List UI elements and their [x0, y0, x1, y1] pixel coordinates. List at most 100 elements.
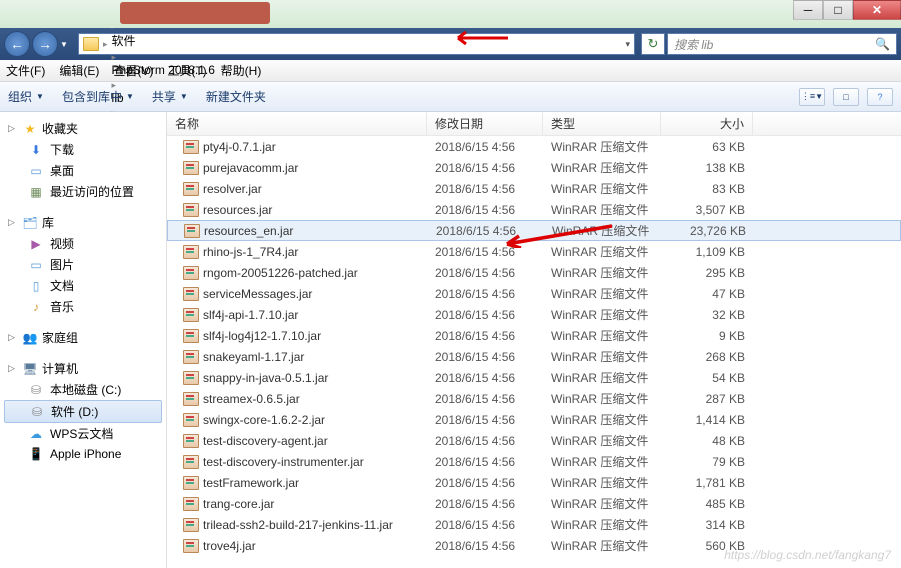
column-name[interactable]: 名称 [167, 112, 427, 135]
breadcrumb-segment[interactable]: 软件 [112, 32, 215, 49]
minimize-button[interactable]: ─ [793, 0, 823, 20]
preview-pane-button[interactable]: □ [833, 88, 859, 106]
file-size: 54 KB [661, 371, 753, 385]
sidebar-item-documents[interactable]: ▯文档 [0, 275, 166, 296]
sidebar-item-recent[interactable]: ▦最近访问的位置 [0, 181, 166, 202]
sidebar-item-downloads[interactable]: ⬇下载 [0, 139, 166, 160]
archive-icon [183, 308, 199, 322]
file-row[interactable]: slf4j-log4j12-1.7.10.jar2018/6/15 4:56Wi… [167, 325, 901, 346]
file-name: rngom-20051226-patched.jar [203, 266, 358, 280]
file-size: 1,109 KB [661, 245, 753, 259]
menu-item[interactable]: 文件(F) [6, 62, 45, 79]
file-type: WinRAR 压缩文件 [543, 138, 661, 155]
archive-icon [184, 224, 200, 238]
file-row[interactable]: test-discovery-instrumenter.jar2018/6/15… [167, 451, 901, 472]
homegroup-group[interactable]: ▷👥家庭组 [0, 327, 166, 348]
desktop-icon: ▭ [28, 163, 44, 179]
computer-group[interactable]: ▷🖥计算机 [0, 358, 166, 379]
search-input[interactable]: 搜索 lib 🔍 [667, 33, 897, 55]
file-row[interactable]: rngom-20051226-patched.jar2018/6/15 4:56… [167, 262, 901, 283]
file-name: streamex-0.6.5.jar [203, 392, 300, 406]
file-row[interactable]: trang-core.jar2018/6/15 4:56WinRAR 压缩文件4… [167, 493, 901, 514]
file-name: trang-core.jar [203, 497, 274, 511]
menu-item[interactable]: 帮助(H) [221, 62, 262, 79]
refresh-button[interactable]: ↻ [641, 33, 665, 55]
address-bar[interactable]: ▸ 计算机 ▸ 软件 (D:) ▸ 软件 ▸ PhpStorm 2018.1.6… [78, 33, 635, 55]
sidebar-item-videos[interactable]: ▶视频 [0, 233, 166, 254]
file-row[interactable]: resources_en.jar2018/6/15 4:56WinRAR 压缩文… [167, 220, 901, 241]
file-row[interactable]: test-discovery-agent.jar2018/6/15 4:56Wi… [167, 430, 901, 451]
favorites-group[interactable]: ▷★收藏夹 [0, 118, 166, 139]
close-button[interactable]: ✕ [853, 0, 901, 20]
back-button[interactable]: ← [4, 31, 30, 57]
file-date: 2018/6/15 4:56 [427, 329, 543, 343]
file-row[interactable]: resolver.jar2018/6/15 4:56WinRAR 压缩文件83 … [167, 178, 901, 199]
menu-item[interactable]: 编辑(E) [59, 62, 99, 79]
sidebar-item-drive[interactable]: ☁WPS云文档 [0, 423, 166, 444]
file-name: pty4j-0.7.1.jar [203, 140, 276, 154]
file-row[interactable]: rhino-js-1_7R4.jar2018/6/15 4:56WinRAR 压… [167, 241, 901, 262]
archive-icon [183, 182, 199, 196]
file-row[interactable]: swingx-core-1.6.2-2.jar2018/6/15 4:56Win… [167, 409, 901, 430]
file-row[interactable]: testFramework.jar2018/6/15 4:56WinRAR 压缩… [167, 472, 901, 493]
sidebar-item-music[interactable]: ♪音乐 [0, 296, 166, 317]
file-row[interactable]: snakeyaml-1.17.jar2018/6/15 4:56WinRAR 压… [167, 346, 901, 367]
file-row[interactable]: snappy-in-java-0.5.1.jar2018/6/15 4:56Wi… [167, 367, 901, 388]
window-titlebar: ─ □ ✕ [0, 0, 901, 28]
organize-menu[interactable]: 组织 ▼ [8, 88, 44, 105]
help-button[interactable]: ? [867, 88, 893, 106]
file-row[interactable]: streamex-0.6.5.jar2018/6/15 4:56WinRAR 压… [167, 388, 901, 409]
libraries-group[interactable]: ▷🗂库 [0, 212, 166, 233]
include-in-library-menu[interactable]: 包含到库中 ▼ [62, 88, 134, 105]
sidebar-item-drive[interactable]: ⛁本地磁盘 (C:) [0, 379, 166, 400]
file-type: WinRAR 压缩文件 [543, 474, 661, 491]
file-list-area: 名称 修改日期 类型 大小 pty4j-0.7.1.jar2018/6/15 4… [167, 112, 901, 568]
navigation-bar: ← → ▼ ▸ 计算机 ▸ 软件 (D:) ▸ 软件 ▸ PhpStorm 20… [0, 28, 901, 60]
collapse-icon: ▷ [8, 217, 18, 228]
archive-icon [183, 497, 199, 511]
file-size: 287 KB [661, 392, 753, 406]
file-row[interactable]: serviceMessages.jar2018/6/15 4:56WinRAR … [167, 283, 901, 304]
share-menu[interactable]: 共享 ▼ [152, 88, 188, 105]
file-date: 2018/6/15 4:56 [428, 224, 544, 238]
forward-button[interactable]: → [32, 31, 58, 57]
menu-item[interactable]: 工具(T) [167, 62, 206, 79]
archive-icon [183, 140, 199, 154]
file-type: WinRAR 压缩文件 [544, 222, 662, 239]
file-row[interactable]: slf4j-api-1.7.10.jar2018/6/15 4:56WinRAR… [167, 304, 901, 325]
file-size: 79 KB [661, 455, 753, 469]
file-date: 2018/6/15 4:56 [427, 455, 543, 469]
navigation-pane: ▷★收藏夹 ⬇下载 ▭桌面 ▦最近访问的位置 ▷🗂库 ▶视频 ▭图片 ▯文档 ♪… [0, 112, 167, 568]
file-type: WinRAR 压缩文件 [543, 264, 661, 281]
menu-item[interactable]: 查看(V) [113, 62, 153, 79]
file-row[interactable]: pty4j-0.7.1.jar2018/6/15 4:56WinRAR 压缩文件… [167, 136, 901, 157]
chevron-right-icon[interactable]: ▸ [112, 52, 117, 62]
file-rows[interactable]: pty4j-0.7.1.jar2018/6/15 4:56WinRAR 压缩文件… [167, 136, 901, 568]
sidebar-item-drive[interactable]: ⛁软件 (D:) [4, 400, 162, 423]
file-row[interactable]: purejavacomm.jar2018/6/15 4:56WinRAR 压缩文… [167, 157, 901, 178]
file-name: slf4j-api-1.7.10.jar [203, 308, 298, 322]
archive-icon [183, 413, 199, 427]
column-size[interactable]: 大小 [661, 112, 753, 135]
maximize-button[interactable]: □ [823, 0, 853, 20]
sidebar-item-pictures[interactable]: ▭图片 [0, 254, 166, 275]
file-row[interactable]: trilead-ssh2-build-217-jenkins-11.jar201… [167, 514, 901, 535]
chevron-right-icon[interactable]: ▸ [103, 39, 108, 50]
homegroup-icon: 👥 [22, 330, 38, 346]
file-size: 63 KB [661, 140, 753, 154]
file-date: 2018/6/15 4:56 [427, 539, 543, 553]
sidebar-item-drive[interactable]: 📱Apple iPhone [0, 444, 166, 464]
address-dropdown-icon[interactable]: ▾ [625, 39, 630, 50]
new-folder-button[interactable]: 新建文件夹 [206, 88, 266, 105]
view-options-button[interactable]: ⋮≡ ▼ [799, 88, 825, 106]
column-date[interactable]: 修改日期 [427, 112, 543, 135]
file-date: 2018/6/15 4:56 [427, 392, 543, 406]
file-type: WinRAR 压缩文件 [543, 306, 661, 323]
column-type[interactable]: 类型 [543, 112, 661, 135]
file-row[interactable]: resources.jar2018/6/15 4:56WinRAR 压缩文件3,… [167, 199, 901, 220]
library-icon: 🗂 [22, 215, 38, 231]
sidebar-item-desktop[interactable]: ▭桌面 [0, 160, 166, 181]
history-dropdown-icon[interactable]: ▼ [60, 40, 72, 49]
file-date: 2018/6/15 4:56 [427, 413, 543, 427]
file-type: WinRAR 压缩文件 [543, 432, 661, 449]
